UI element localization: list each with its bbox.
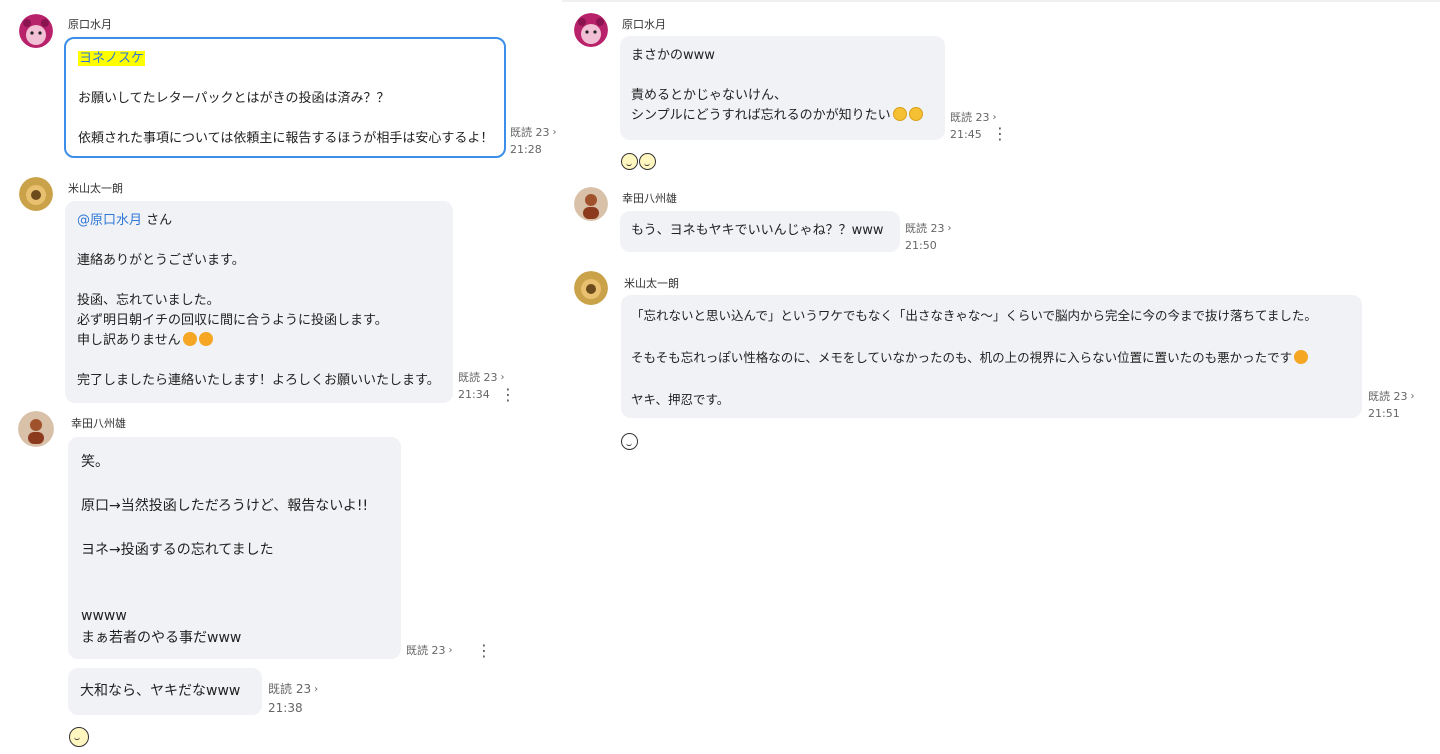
message-text: まぁ若者のやる事だwww xyxy=(81,630,242,646)
chevron-right-icon: › xyxy=(1410,391,1415,402)
bear-avatar-icon xyxy=(19,14,53,48)
laughing-face-icon xyxy=(639,152,656,170)
message-text: シンプルにどうすれば忘れるのかが知りたい xyxy=(631,108,891,123)
message-bubble[interactable]: もう、ヨネもヤキでいいんじゃね？？www xyxy=(620,211,900,252)
message-text: 投函、忘れていました。 xyxy=(77,293,220,308)
message-meta: 既読 23 › 21:38 xyxy=(268,680,318,718)
more-options-icon[interactable]: ⋮ xyxy=(500,387,516,403)
chevron-right-icon: › xyxy=(314,684,319,695)
add-reaction-icon xyxy=(621,432,638,450)
chevron-right-icon: › xyxy=(448,645,453,656)
timestamp: 21:45 xyxy=(950,128,982,141)
read-receipt[interactable]: 既読 23 › xyxy=(510,124,557,141)
message-text: 責めるとかじゃないけん、 xyxy=(631,88,788,103)
sender-name: 米山太一朗 xyxy=(68,182,123,195)
top-divider xyxy=(562,0,1440,2)
message-text: ヤキ、押忍です。 xyxy=(631,392,730,407)
message-text: もう、ヨネもヤキでいいんじゃね？？www xyxy=(631,223,884,238)
reaction-laughing[interactable] xyxy=(621,151,657,171)
message-text: まさかのwww xyxy=(631,48,715,63)
more-options-icon[interactable]: ⋮ xyxy=(992,126,1008,142)
message-meta: 既読 23 › 21:28 xyxy=(510,124,557,158)
read-receipt[interactable]: 既読 23 › xyxy=(905,220,952,237)
message-text: 原口→当然投函しただろうけど、報告ないよ!! xyxy=(81,498,369,514)
timestamp: 21:34 xyxy=(458,388,490,401)
avatar-koda[interactable] xyxy=(574,187,608,221)
read-receipt[interactable]: 既読 23 › xyxy=(458,369,505,386)
avatar-koda[interactable] xyxy=(18,411,54,447)
message-meta: 既読 23 › xyxy=(406,642,453,659)
avatar-yoneyama[interactable] xyxy=(574,271,608,305)
timestamp: 21:38 xyxy=(268,701,303,715)
sender-name: 原口水月 xyxy=(622,18,666,31)
read-receipt[interactable]: 既読 23 › xyxy=(406,642,453,659)
message-meta: 既読 23 › 21:45 xyxy=(950,109,997,143)
message-text: 連絡ありがとうございます。 xyxy=(77,253,245,268)
chevron-right-icon: › xyxy=(947,223,952,234)
laughing-face-icon xyxy=(621,152,638,170)
timestamp: 21:51 xyxy=(1368,407,1400,420)
message-text: 申し訳ありません xyxy=(77,333,181,348)
more-options-icon[interactable]: ⋮ xyxy=(476,643,492,659)
sender-name: 幸田八州雄 xyxy=(71,417,126,430)
user-photo-icon xyxy=(574,187,608,221)
rofl-emoji-icon xyxy=(908,107,923,121)
message-text: 依頼された事項については依頼主に報告するほうが相手は安心するよ！ xyxy=(78,131,494,146)
message-text: wwww xyxy=(81,608,127,624)
rofl-emoji-icon xyxy=(892,107,907,121)
message-meta: 既読 23 › 21:34 xyxy=(458,369,505,403)
sender-name: 幸田八州雄 xyxy=(622,192,677,205)
avatar-yoneyama[interactable] xyxy=(19,177,53,211)
lion-avatar-icon xyxy=(574,271,608,305)
read-receipt[interactable]: 既読 23 › xyxy=(1368,388,1415,405)
sender-name: 原口水月 xyxy=(68,18,112,31)
message-bubble-selected[interactable]: ヨネノスケ お願いしてたレターパックとはがきの投函は済み？？ 依頼された事項につ… xyxy=(64,37,506,158)
message-text: 必ず明日朝イチの回収に間に合うように投函します。 xyxy=(77,313,388,328)
read-receipt[interactable]: 既読 23 › xyxy=(268,680,318,699)
sender-name: 米山太一朗 xyxy=(624,277,679,290)
highlighted-name: ヨネノスケ xyxy=(78,51,146,66)
message-text: 完了しましたら連絡いたします！よろしくお願いいたします。 xyxy=(77,373,440,388)
laughing-face-icon xyxy=(69,727,89,747)
message-text: ヨネ→投函するの忘れてました xyxy=(81,542,274,558)
chevron-right-icon: › xyxy=(552,127,557,138)
timestamp: 21:50 xyxy=(905,239,937,252)
chevron-right-icon: › xyxy=(500,372,505,383)
avatar-haraguchi[interactable] xyxy=(574,13,608,47)
message-bubble[interactable]: 笑。 原口→当然投函しただろうけど、報告ないよ!! ヨネ→投函するの忘れてました… xyxy=(68,437,401,659)
reaction-button[interactable] xyxy=(621,431,639,451)
message-text: 「忘れないと思い込んで」というワケでもなく「出さなきゃな～」くらいで脳内から完全… xyxy=(631,308,1317,323)
message-bubble[interactable]: @原口水月 さん 連絡ありがとうございます。 投函、忘れていました。 必ず明日朝… xyxy=(65,201,453,403)
user-photo-icon xyxy=(18,411,54,447)
lion-avatar-icon xyxy=(19,177,53,211)
message-text: 笑。 xyxy=(81,454,109,470)
message-text: 大和なら、ヤキだなwww xyxy=(80,683,241,699)
message-text: そもそも忘れっぽい性格なのに、メモをしていなかったのも、机の上の視界に入らない位… xyxy=(631,350,1293,365)
message-meta: 既読 23 › 21:51 xyxy=(1368,388,1415,422)
message-bubble[interactable]: 「忘れないと思い込んで」というワケでもなく「出さなきゃな～」くらいで脳内から完全… xyxy=(621,295,1362,418)
bowing-emoji-icon xyxy=(198,332,213,346)
message-meta: 既読 23 › 21:50 xyxy=(905,220,952,254)
message-bubble[interactable]: まさかのwww 責めるとかじゃないけん、 シンプルにどうすれば忘れるのかが知りた… xyxy=(620,36,945,140)
bowing-emoji-icon xyxy=(182,332,197,346)
message-text: お願いしてたレターパックとはがきの投函は済み？？ xyxy=(78,91,390,106)
mention-link[interactable]: @原口水月 xyxy=(77,213,142,228)
avatar-haraguchi[interactable] xyxy=(19,14,53,48)
bowing-emoji-icon xyxy=(1294,350,1309,364)
read-receipt[interactable]: 既読 23 › xyxy=(950,109,997,126)
bear-avatar-icon xyxy=(574,13,608,47)
timestamp: 21:28 xyxy=(510,143,542,156)
reaction-laughing[interactable] xyxy=(69,727,90,747)
message-bubble[interactable]: 大和なら、ヤキだなwww xyxy=(68,668,262,715)
